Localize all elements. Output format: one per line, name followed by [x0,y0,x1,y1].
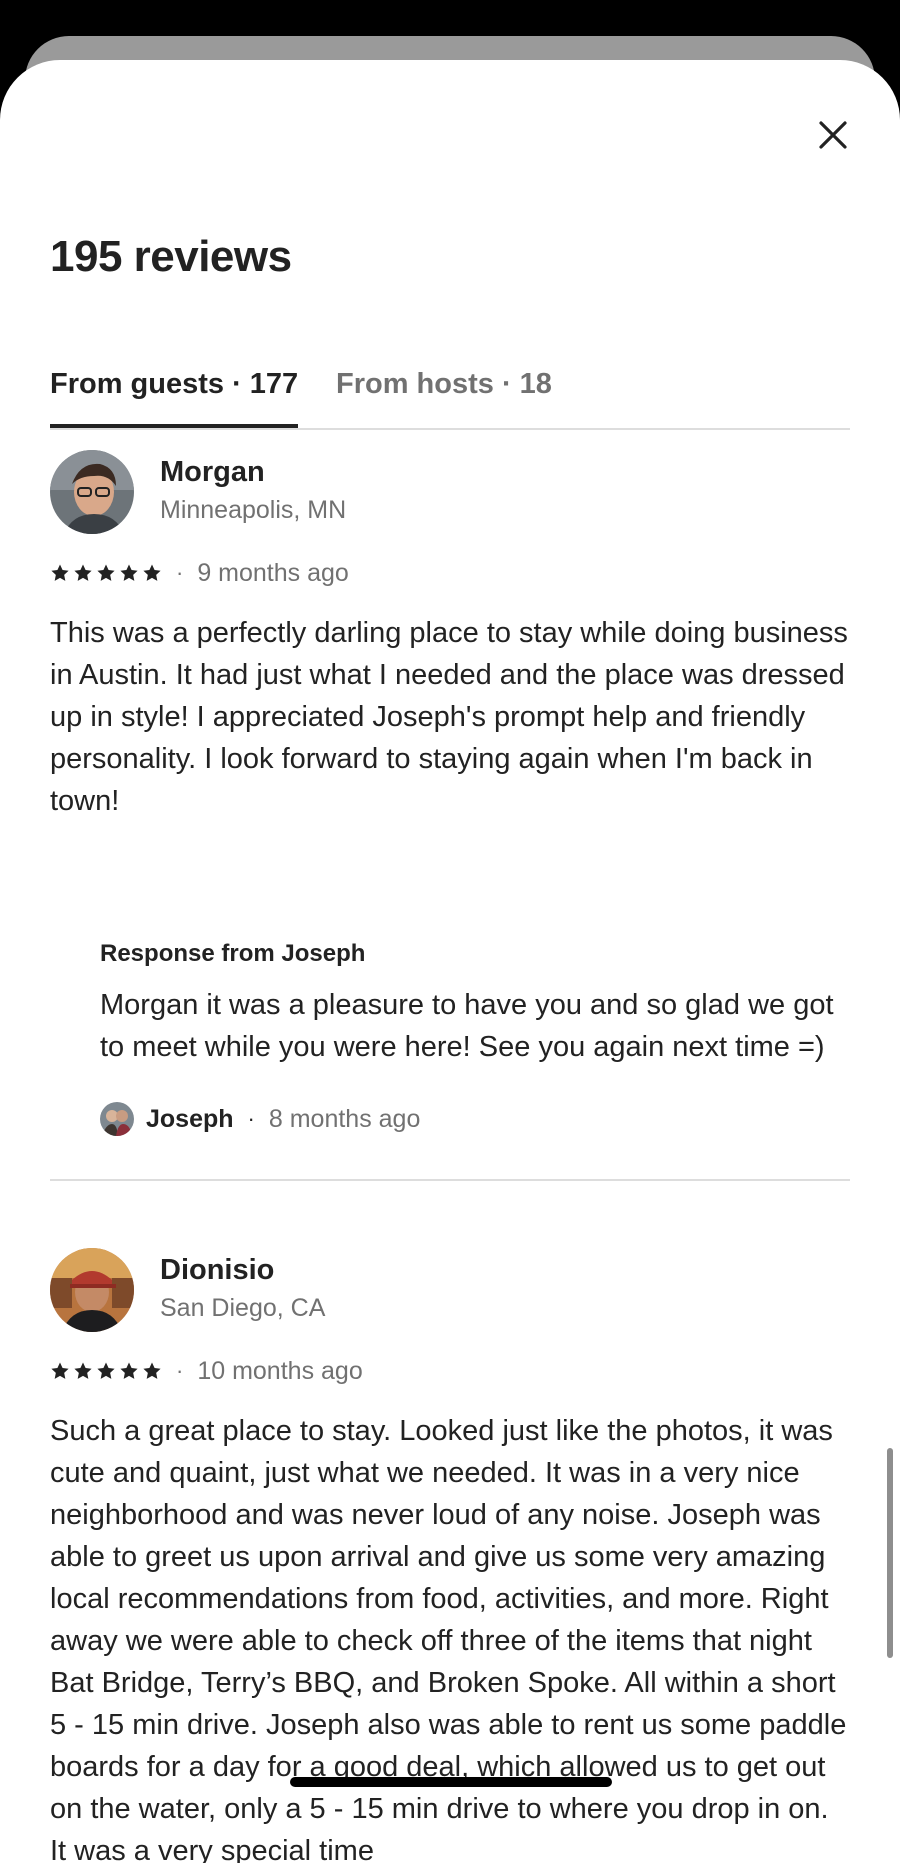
review-meta: · 10 months ago [50,1356,363,1386]
star-rating [50,563,162,583]
meta-separator: · [247,1106,255,1131]
reviews-modal: 195 reviews From guests · 177 From hosts… [0,60,900,1863]
avatar[interactable] [50,1248,134,1332]
response-text: Morgan it was a pleasure to have you and… [100,989,834,1063]
star-icon [51,1362,69,1379]
home-indicator[interactable] [290,1777,612,1787]
star-icon [97,564,115,581]
review-tabs: From guests · 177 From hosts · 18 [50,368,850,430]
tab-from-hosts[interactable]: From hosts · 18 [336,368,552,419]
response-author: Joseph [146,1104,234,1133]
response-date: 8 months ago [268,1104,421,1133]
host-response: Response from Joseph Morgan it was a ple… [100,940,850,1136]
review-date: 10 months ago [197,1356,363,1385]
close-icon [819,121,847,149]
star-rating [50,1361,162,1381]
page-title: 195 reviews [50,232,292,281]
review-item: Dionisio San Diego, CA · 10 months ago S… [50,1248,850,1863]
reviewer-name: Dionisio [160,1254,275,1286]
close-button[interactable] [806,108,860,162]
tab-from-guests[interactable]: From guests · 177 [50,368,299,428]
star-icon [51,564,69,581]
review-meta: · 9 months ago [50,558,349,588]
meta-separator: · [176,560,184,585]
star-icon [120,564,138,581]
review-divider [50,1179,850,1181]
star-icon [143,1362,161,1379]
avatar[interactable] [50,450,134,534]
reviewer-location: Minneapolis, MN [160,496,347,524]
scrollbar[interactable] [887,1448,893,1658]
star-icon [120,1362,138,1379]
review-text: This was a perfectly darling place to st… [50,617,848,817]
star-icon [74,564,92,581]
star-icon [143,564,161,581]
reviewer-name: Morgan [160,456,265,488]
meta-separator: · [176,1358,184,1383]
host-avatar[interactable] [100,1102,134,1136]
review-item: Morgan Minneapolis, MN · 9 months ago Th… [50,450,850,1210]
review-date: 9 months ago [197,558,349,587]
response-meta: Joseph · 8 months ago [100,1102,850,1136]
review-text: Such a great place to stay. Looked just … [50,1415,847,1863]
reviewer-location: San Diego, CA [160,1294,326,1322]
star-icon [74,1362,92,1379]
response-title: Response from Joseph [100,940,366,967]
star-icon [97,1362,115,1379]
